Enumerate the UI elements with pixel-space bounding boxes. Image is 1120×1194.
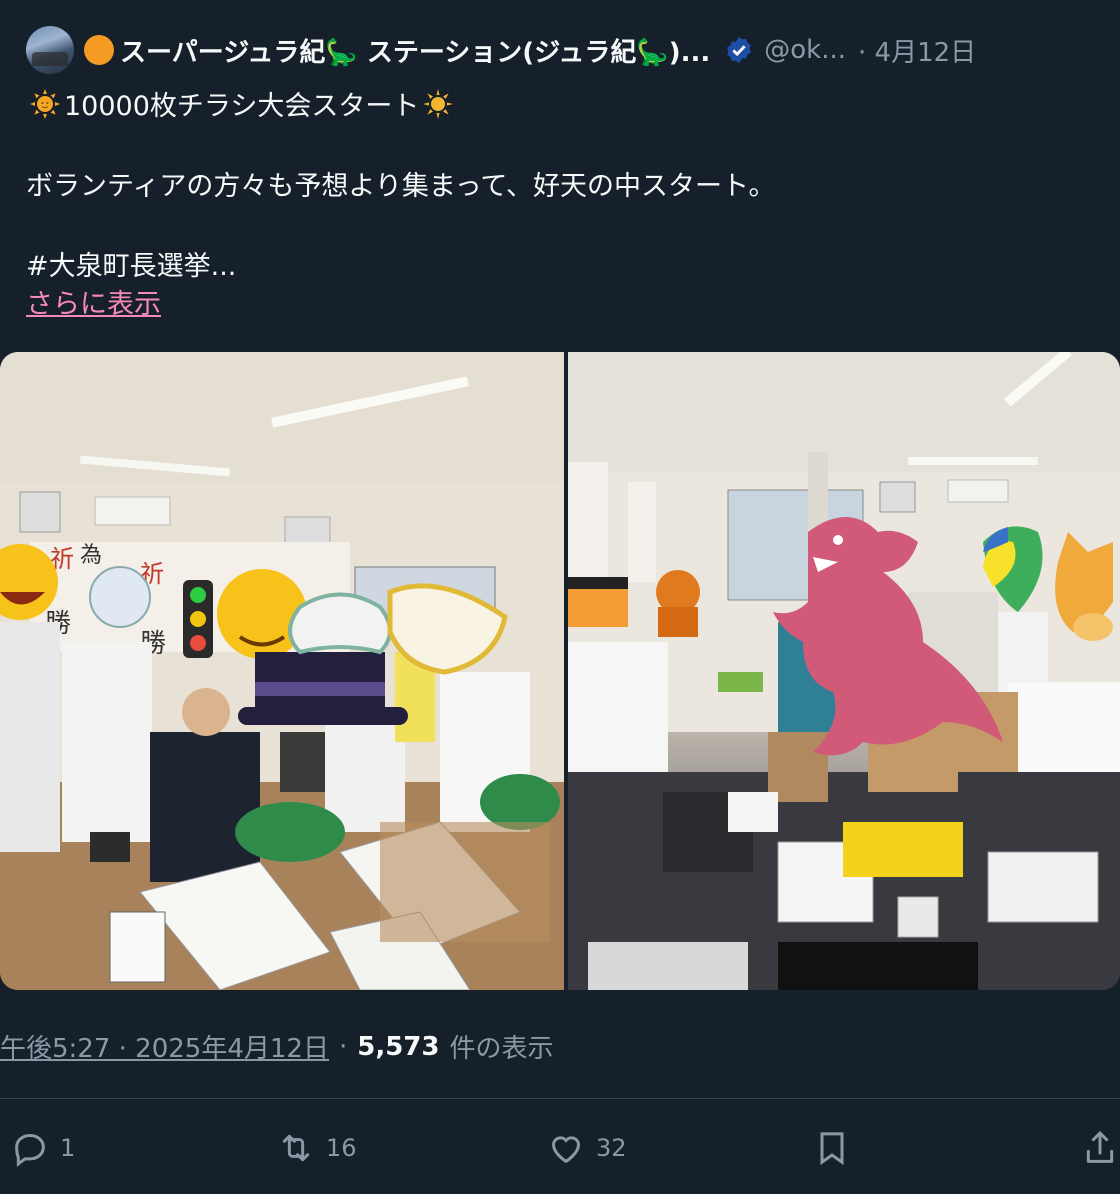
verified-badge-icon <box>727 36 752 64</box>
reply-count: 1 <box>60 1134 76 1162</box>
meta-separator: · <box>338 1031 348 1062</box>
tweet-photo-1[interactable]: 祈 祈 為 勝 勝 <box>0 352 564 990</box>
retweet-count: 16 <box>326 1134 357 1162</box>
photo-2-scene <box>568 352 1120 990</box>
bookmark-button[interactable] <box>812 1126 862 1170</box>
tweet-timestamp[interactable]: 午後5:27 · 2025年4月12日 <box>0 1028 329 1065</box>
orange-circle-icon <box>84 35 114 65</box>
show-more-link[interactable]: さらに表示 <box>26 282 161 321</box>
tweet-text-line-1: 10000枚チラシ大会スタート <box>26 84 457 123</box>
media-grid: 祈 祈 為 勝 勝 <box>0 352 1120 990</box>
tweet-date[interactable]: · 4月12日 <box>858 32 976 69</box>
heart-icon <box>551 1136 581 1164</box>
share-button[interactable] <box>1080 1126 1120 1170</box>
tweet-card: スーパージュラ紀🦕 ステーション(ジュラ紀🦕)... @ok... · 4月12… <box>0 0 1120 1194</box>
reply-icon <box>15 1133 45 1167</box>
bookmark-icon <box>820 1132 844 1166</box>
sun-icon <box>30 88 60 119</box>
like-button[interactable]: 32 <box>546 1126 627 1170</box>
tweet-header: スーパージュラ紀🦕 ステーション(ジュラ紀🦕)... @ok... · 4月12… <box>84 30 1104 70</box>
share-icon <box>1086 1131 1114 1163</box>
retweet-icon <box>282 1134 310 1162</box>
photo-1-scene: 祈 祈 為 勝 勝 <box>0 352 564 990</box>
author-handle[interactable]: @ok... <box>764 35 846 65</box>
tweet-meta: 午後5:27 · 2025年4月12日 · 5,573 件の表示 <box>0 1028 554 1065</box>
view-count: 5,573 <box>357 1031 440 1062</box>
reply-button[interactable]: 1 <box>10 1126 75 1170</box>
tweet-text-line-2: ボランティアの方々も予想より集まって、好天の中スタート。 <box>26 171 776 202</box>
like-count: 32 <box>596 1134 627 1162</box>
author-display-name[interactable]: スーパージュラ紀🦕 ステーション(ジュラ紀🦕)... <box>120 32 710 69</box>
divider <box>0 1098 1120 1099</box>
tweet-text-line-1-label: 10000枚チラシ大会スタート <box>64 91 420 122</box>
tweet-photo-2[interactable] <box>568 352 1120 990</box>
retweet-button[interactable]: 16 <box>276 1126 357 1170</box>
sun-icon <box>423 88 454 119</box>
svg-text:為: 為 <box>80 543 102 568</box>
tweet-hashtag[interactable]: #大泉町長選挙... <box>26 244 236 283</box>
view-count-label: 件の表示 <box>449 1034 554 1064</box>
avatar[interactable] <box>26 26 74 74</box>
